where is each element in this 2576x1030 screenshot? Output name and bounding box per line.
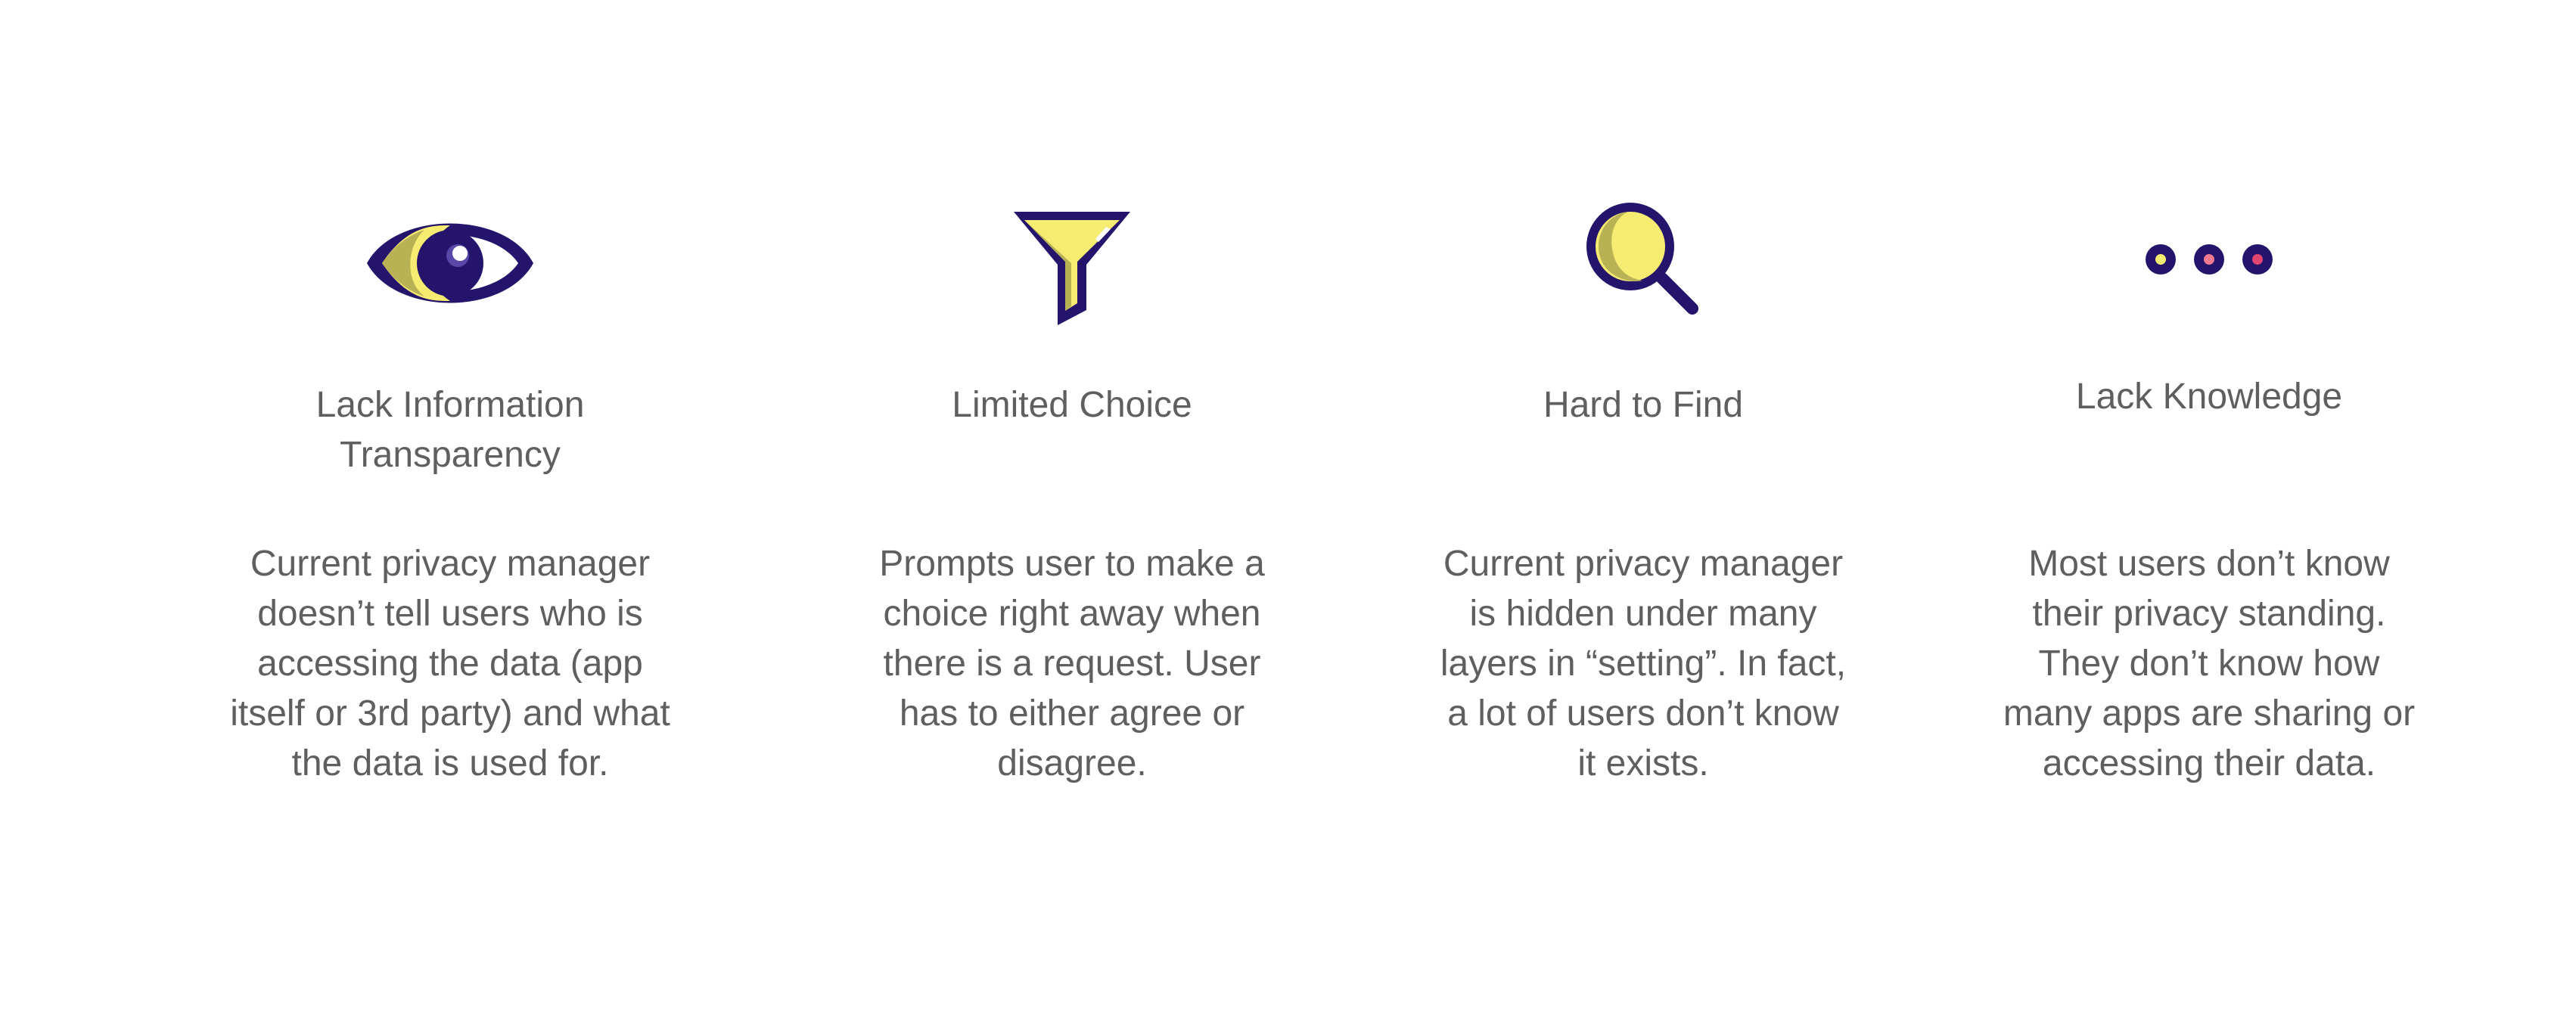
card-lack-knowledge: Lack Knowledge Most users don’t know the… — [1944, 0, 2474, 1030]
card-limited-choice: Limited Choice Prompts user to make a ch… — [807, 0, 1337, 1030]
card-description: Prompts user to make a choice right away… — [879, 544, 1265, 783]
magnifier-icon-wrap — [1378, 195, 1908, 324]
card-description: Most users don’t know their privacy stan… — [2003, 544, 2416, 783]
card-description: Current privacy manager doesn’t tell use… — [230, 544, 670, 783]
card-title: Hard to Find — [1543, 385, 1744, 425]
card-title: Limited Choice — [952, 385, 1192, 425]
more-dots-icon-wrap — [1944, 240, 2474, 278]
card-title: Lack Knowledge — [2075, 377, 2343, 417]
card-description: Current privacy manager is hidden under … — [1440, 544, 1847, 783]
more-dots-icon — [2146, 244, 2273, 275]
card-title: Lack Information Transparency — [315, 385, 585, 475]
card-lack-information-transparency: Lack Information Transparency Current pr… — [185, 0, 715, 1030]
funnel-icon-wrap — [807, 195, 1337, 331]
eye-icon-wrap — [185, 195, 715, 331]
magnifier-icon — [1586, 203, 1698, 315]
funnel-icon — [1014, 212, 1130, 325]
eye-icon — [367, 223, 533, 303]
card-hard-to-find: Hard to Find Current privacy manager is … — [1378, 0, 1908, 1030]
